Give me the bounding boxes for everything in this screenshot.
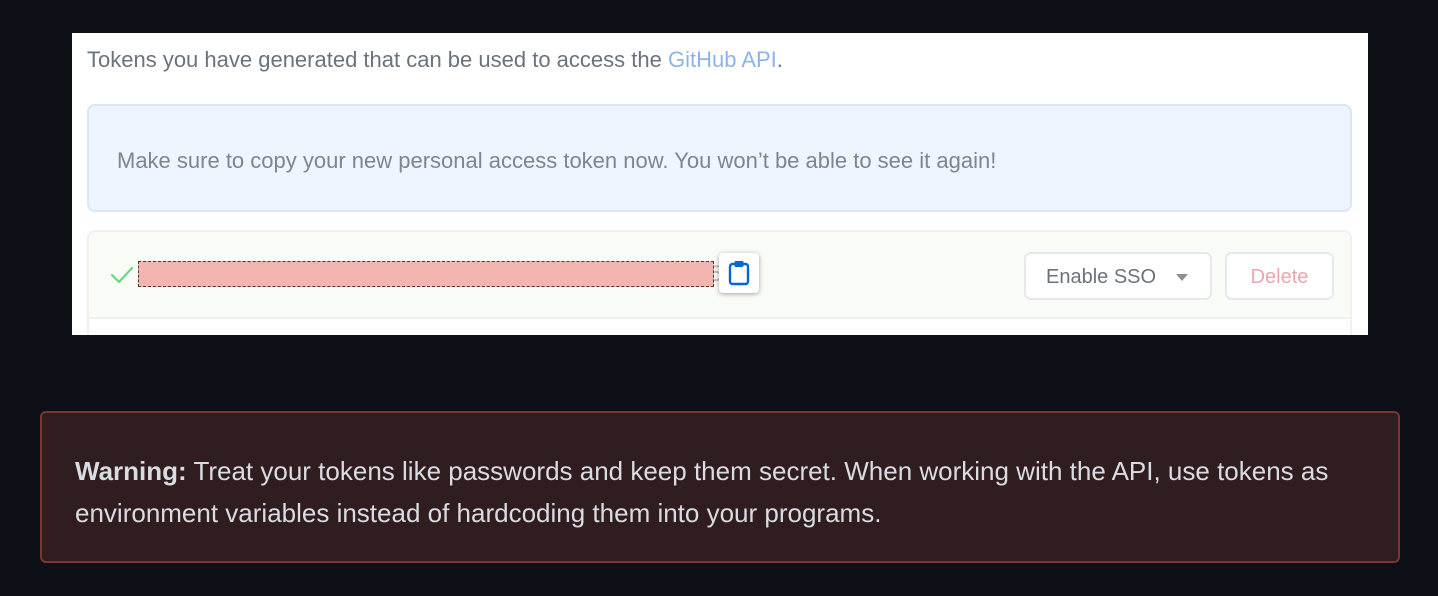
enable-sso-dropdown[interactable]: Enable SSO [1024, 252, 1212, 300]
new-token-row: 5 Enable SSO Delete [89, 232, 1350, 319]
intro-period: . [776, 47, 783, 72]
caret-down-icon [1176, 274, 1188, 281]
flash-notice: Make sure to copy your new personal acce… [87, 104, 1352, 212]
clipboard-icon [728, 261, 750, 286]
token-description: Tokens you have generated that can be us… [87, 47, 783, 73]
github-api-link[interactable]: GitHub API [668, 47, 777, 72]
check-icon [110, 266, 134, 284]
warning-text: Warning: Treat your tokens like password… [75, 450, 1365, 534]
delete-token-button[interactable]: Delete [1225, 252, 1334, 300]
enable-sso-label: Enable SSO [1046, 266, 1157, 288]
token-list: 5 Enable SSO Delete [87, 230, 1352, 335]
copy-token-button[interactable] [719, 253, 759, 293]
warning-body: Treat your tokens like passwords and kee… [75, 456, 1329, 528]
flash-message: Make sure to copy your new personal acce… [117, 148, 997, 173]
warning-callout: Warning: Treat your tokens like password… [40, 411, 1400, 563]
token-value-redaction [138, 261, 714, 287]
delete-label: Delete [1250, 266, 1309, 288]
intro-text: Tokens you have generated that can be us… [87, 47, 668, 72]
token-page-screenshot: Tokens you have generated that can be us… [72, 33, 1368, 335]
warning-label: Warning: [75, 456, 187, 486]
